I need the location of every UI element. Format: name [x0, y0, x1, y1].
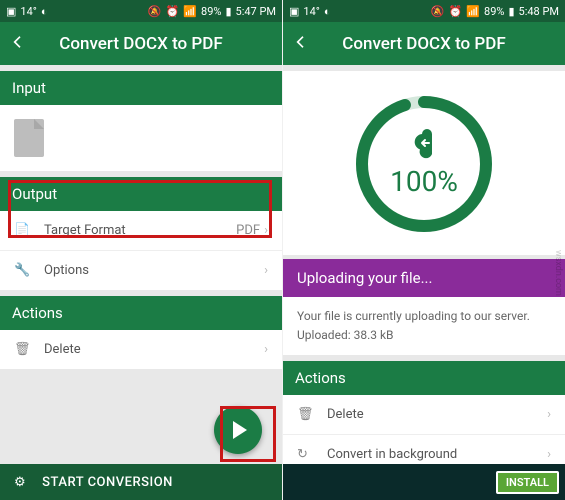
- notif-icon: ◐: [324, 5, 331, 18]
- start-conversion-label: START CONVERSION: [42, 475, 173, 490]
- chevron-right-icon: ›: [264, 263, 268, 278]
- battery-icon: ▮: [225, 5, 231, 18]
- options-label: Options: [44, 263, 264, 278]
- screenshot-left: ▣ 14° ◐ 🔕 ⏰ 📶 89% ▮ 5:47 PM Convert DOCX…: [0, 0, 282, 500]
- back-button[interactable]: [293, 34, 317, 54]
- alarm-icon: ⏰: [449, 5, 463, 18]
- temp: 14°: [20, 5, 36, 18]
- section-input-header: Input: [0, 71, 282, 105]
- page-title: Convert DOCX to PDF: [34, 34, 248, 54]
- app-bar: Convert DOCX to PDF: [0, 22, 282, 65]
- target-format-label: Target Format: [44, 223, 236, 238]
- clock: 5:48 PM: [519, 5, 559, 18]
- options-row[interactable]: 🔧 Options ›: [0, 251, 282, 290]
- delete-label: Delete: [44, 342, 264, 357]
- chevron-right-icon: ›: [264, 342, 268, 357]
- section-actions-header: Actions: [0, 296, 282, 330]
- start-fab[interactable]: [214, 406, 262, 454]
- progress-ring: 100%: [349, 89, 499, 239]
- notif-icon: ▣: [289, 5, 299, 18]
- chevron-left-icon: [293, 34, 309, 50]
- wrench-icon: 🔧: [14, 263, 34, 278]
- upload-body: Your file is currently uploading to our …: [283, 297, 565, 355]
- upload-msg: Your file is currently uploading to our …: [297, 307, 551, 326]
- gear-icon: ⚙: [14, 475, 26, 490]
- delete-row[interactable]: 🗑 Delete ›: [283, 395, 565, 435]
- document-icon: [14, 119, 44, 157]
- mute-icon: 🔕: [148, 5, 162, 18]
- chevron-right-icon: ›: [547, 447, 551, 462]
- refresh-icon: ↻: [297, 447, 317, 462]
- page-title: Convert DOCX to PDF: [317, 34, 531, 54]
- back-button[interactable]: [10, 34, 34, 54]
- play-icon: [233, 421, 247, 439]
- battery-icon: ▮: [508, 5, 514, 18]
- battery-pct: 89%: [484, 5, 504, 18]
- screenshot-right: ▣ 14° ◐ 🔕 ⏰ 📶 89% ▮ 5:48 PM Convert DOCX…: [283, 0, 565, 500]
- signal-icon: 📶: [183, 5, 197, 18]
- chevron-left-icon: [10, 34, 26, 50]
- status-bar: ▣ 14° ◐ 🔕 ⏰ 📶 89% ▮ 5:47 PM: [0, 0, 282, 22]
- delete-row[interactable]: 🗑 Delete ›: [0, 330, 282, 369]
- trash-icon: 🗑: [297, 407, 317, 422]
- chevron-right-icon: ›: [547, 407, 551, 422]
- target-format-value: PDF: [236, 223, 260, 238]
- notif-icon: ◐: [41, 5, 48, 18]
- progress-panel: 100%: [283, 71, 565, 255]
- cloud-upload-icon: [407, 131, 441, 161]
- upload-size: Uploaded: 38.3 kB: [297, 326, 551, 345]
- notif-icon: ▣: [6, 5, 16, 18]
- section-output-header: Output: [0, 177, 282, 211]
- alarm-icon: ⏰: [166, 5, 180, 18]
- file-icon: 📄: [14, 223, 34, 238]
- app-bar: Convert DOCX to PDF: [283, 22, 565, 65]
- battery-pct: 89%: [201, 5, 221, 18]
- mute-icon: 🔕: [431, 5, 445, 18]
- target-format-row[interactable]: 📄 Target Format PDF ›: [0, 211, 282, 251]
- section-actions-header: Actions: [283, 361, 565, 395]
- chevron-right-icon: ›: [264, 223, 268, 238]
- status-bar: ▣ 14° ◐ 🔕 ⏰ 📶 89% ▮ 5:48 PM: [283, 0, 565, 22]
- signal-icon: 📶: [466, 5, 480, 18]
- watermark: wsxdn.com: [553, 250, 563, 296]
- progress-percent: 100%: [390, 165, 458, 198]
- start-conversion-bar[interactable]: ⚙ START CONVERSION: [0, 464, 282, 500]
- delete-label: Delete: [327, 407, 547, 422]
- clock: 5:47 PM: [236, 5, 276, 18]
- input-file-row[interactable]: [0, 105, 282, 171]
- temp: 14°: [303, 5, 319, 18]
- ad-banner[interactable]: INSTALL: [283, 464, 565, 500]
- trash-icon: 🗑: [14, 342, 34, 357]
- install-button[interactable]: INSTALL: [496, 471, 559, 494]
- convert-bg-label: Convert in background: [327, 447, 547, 462]
- upload-header: Uploading your file...: [283, 259, 565, 297]
